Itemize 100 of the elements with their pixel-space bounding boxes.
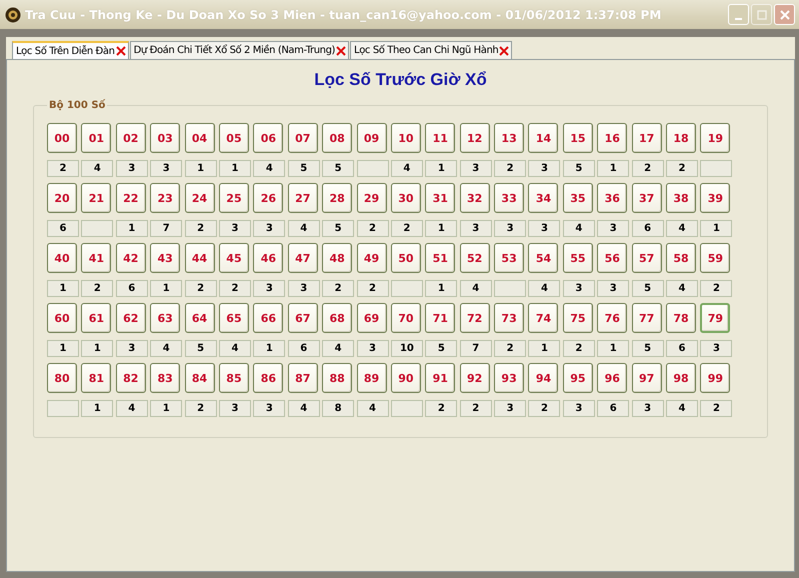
number-button[interactable]: 01 (81, 123, 112, 153)
number-button[interactable]: 60 (47, 303, 77, 333)
number-button[interactable]: 12 (460, 123, 490, 153)
number-button[interactable]: 96 (597, 363, 628, 393)
number-button[interactable]: 75 (562, 303, 593, 333)
number-button[interactable]: 29 (356, 183, 387, 213)
number-button[interactable]: 28 (322, 183, 352, 213)
number-button[interactable]: 43 (150, 243, 180, 273)
number-button[interactable]: 89 (356, 363, 387, 393)
number-button[interactable]: 47 (288, 243, 318, 273)
number-button[interactable]: 62 (116, 303, 146, 333)
number-button[interactable]: 35 (562, 183, 593, 213)
number-button[interactable]: 17 (632, 123, 662, 153)
number-button[interactable]: 06 (253, 123, 284, 153)
number-button[interactable]: 42 (116, 243, 146, 273)
close-icon[interactable] (336, 46, 346, 56)
number-button[interactable]: 95 (562, 363, 593, 393)
number-button[interactable]: 51 (425, 243, 456, 273)
number-button[interactable]: 08 (322, 123, 352, 153)
number-button[interactable]: 19 (700, 123, 730, 153)
number-button[interactable]: 99 (700, 363, 730, 393)
number-button[interactable]: 63 (150, 303, 180, 333)
number-button[interactable]: 79 (700, 303, 730, 333)
number-button[interactable]: 66 (253, 303, 284, 333)
tab[interactable]: Lọc Số Trên Diễn Đàn (12, 41, 129, 59)
number-button[interactable]: 40 (47, 243, 77, 273)
number-button[interactable]: 46 (253, 243, 284, 273)
tab[interactable]: Lọc Số Theo Can Chi Ngũ Hành (350, 41, 512, 59)
number-button[interactable]: 20 (47, 183, 77, 213)
number-button[interactable]: 55 (562, 243, 593, 273)
number-button[interactable]: 13 (494, 123, 524, 153)
number-button[interactable]: 44 (184, 243, 215, 273)
number-button[interactable]: 97 (632, 363, 662, 393)
number-button[interactable]: 84 (184, 363, 215, 393)
number-button[interactable]: 02 (116, 123, 146, 153)
number-button[interactable]: 53 (494, 243, 524, 273)
number-button[interactable]: 07 (288, 123, 318, 153)
number-button[interactable]: 18 (666, 123, 696, 153)
number-button[interactable]: 65 (218, 303, 249, 333)
number-button[interactable]: 50 (390, 243, 421, 273)
number-button[interactable]: 77 (632, 303, 662, 333)
number-button[interactable]: 71 (425, 303, 456, 333)
number-button[interactable]: 61 (81, 303, 112, 333)
number-button[interactable]: 91 (425, 363, 456, 393)
number-button[interactable]: 32 (460, 183, 490, 213)
number-button[interactable]: 78 (666, 303, 696, 333)
number-button[interactable]: 48 (322, 243, 352, 273)
number-button[interactable]: 22 (116, 183, 146, 213)
number-button[interactable]: 34 (528, 183, 558, 213)
number-button[interactable]: 31 (425, 183, 456, 213)
close-icon[interactable] (499, 46, 510, 56)
number-button[interactable]: 73 (494, 303, 524, 333)
number-button[interactable]: 94 (528, 363, 558, 393)
number-button[interactable]: 68 (322, 303, 352, 333)
number-button[interactable]: 33 (494, 183, 524, 213)
number-button[interactable]: 24 (184, 183, 215, 213)
number-button[interactable]: 09 (356, 123, 387, 153)
number-button[interactable]: 69 (356, 303, 387, 333)
number-button[interactable]: 21 (81, 183, 112, 213)
number-button[interactable]: 93 (494, 363, 524, 393)
number-button[interactable]: 80 (47, 363, 77, 393)
number-button[interactable]: 76 (597, 303, 628, 333)
number-button[interactable]: 49 (356, 243, 387, 273)
number-button[interactable]: 88 (322, 363, 352, 393)
number-button[interactable]: 92 (460, 363, 490, 393)
number-button[interactable]: 59 (700, 243, 730, 273)
number-button[interactable]: 04 (184, 123, 215, 153)
number-button[interactable]: 81 (81, 363, 112, 393)
number-button[interactable]: 98 (666, 363, 696, 393)
number-button[interactable]: 74 (528, 303, 558, 333)
number-button[interactable]: 15 (562, 123, 593, 153)
number-button[interactable]: 05 (218, 123, 249, 153)
number-button[interactable]: 03 (150, 123, 180, 153)
number-button[interactable]: 56 (597, 243, 628, 273)
number-button[interactable]: 37 (632, 183, 662, 213)
number-button[interactable]: 25 (218, 183, 249, 213)
number-button[interactable]: 26 (253, 183, 284, 213)
number-button[interactable]: 52 (460, 243, 490, 273)
close-icon[interactable] (116, 46, 126, 56)
number-button[interactable]: 64 (184, 303, 215, 333)
number-button[interactable]: 10 (390, 123, 421, 153)
number-button[interactable]: 72 (460, 303, 490, 333)
number-button[interactable]: 86 (253, 363, 284, 393)
number-button[interactable]: 00 (47, 123, 77, 153)
number-button[interactable]: 38 (666, 183, 696, 213)
number-button[interactable]: 45 (218, 243, 249, 273)
number-button[interactable]: 85 (218, 363, 249, 393)
number-button[interactable]: 54 (528, 243, 558, 273)
number-button[interactable]: 90 (390, 363, 421, 393)
number-button[interactable]: 82 (116, 363, 146, 393)
number-button[interactable]: 23 (150, 183, 180, 213)
number-button[interactable]: 11 (425, 123, 456, 153)
number-button[interactable]: 30 (390, 183, 421, 213)
number-button[interactable]: 67 (288, 303, 318, 333)
number-button[interactable]: 58 (666, 243, 696, 273)
number-button[interactable]: 41 (81, 243, 112, 273)
number-button[interactable]: 87 (288, 363, 318, 393)
number-button[interactable]: 14 (528, 123, 558, 153)
number-button[interactable]: 27 (288, 183, 318, 213)
number-button[interactable]: 57 (632, 243, 662, 273)
